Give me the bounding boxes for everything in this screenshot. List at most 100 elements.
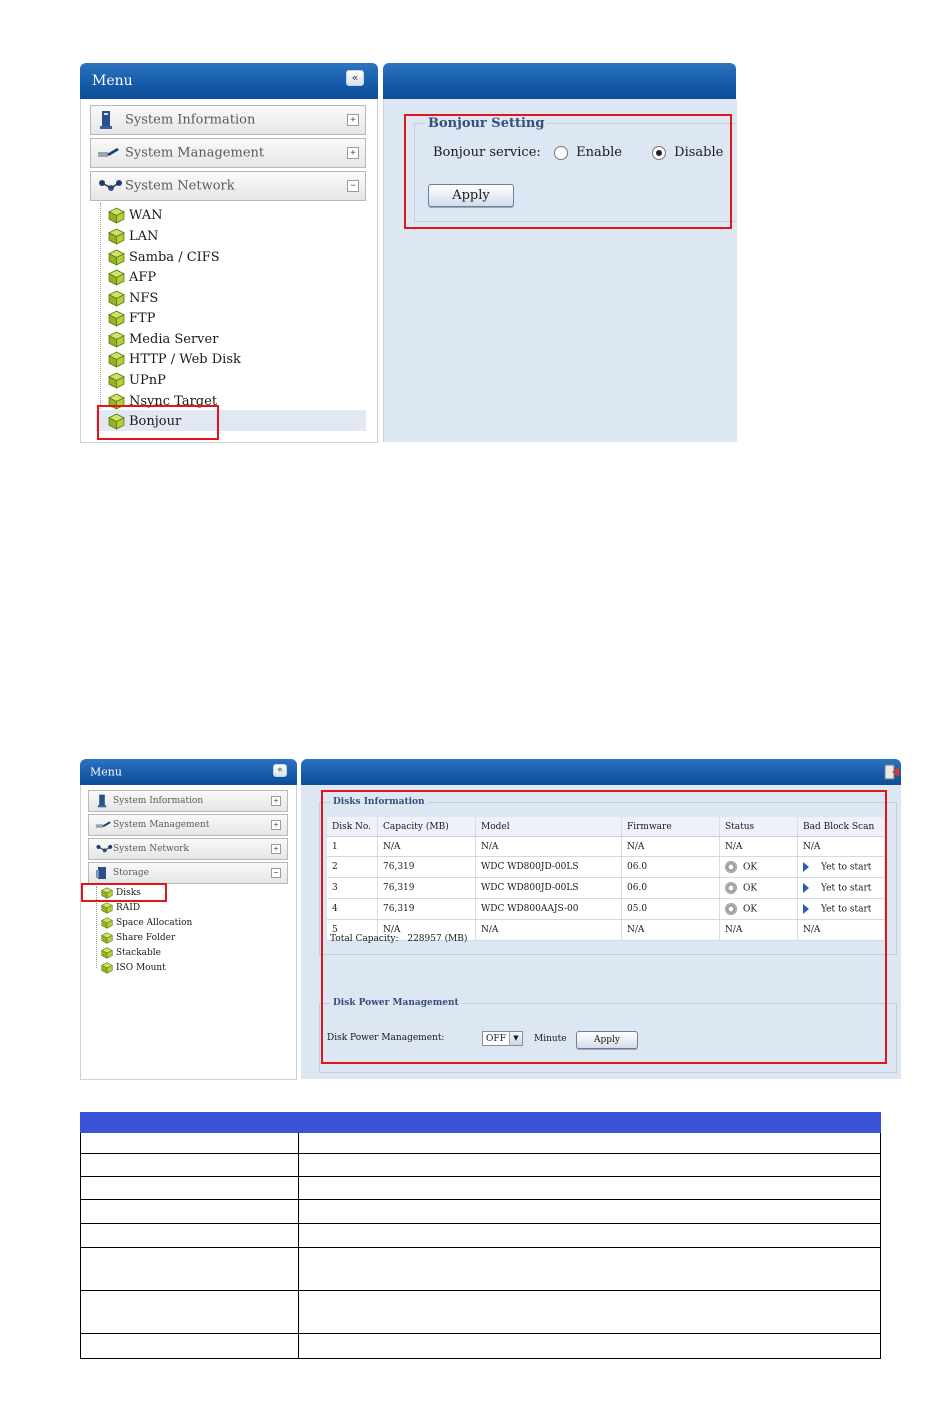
section-label: System Management <box>113 820 210 830</box>
sidebar-item-media-server[interactable]: Media Server <box>108 330 218 348</box>
table-row <box>81 1133 880 1153</box>
sidebar-item-upnp[interactable]: UPnP <box>108 371 166 389</box>
section-label: System Network <box>125 178 235 194</box>
expand-toggle[interactable]: + <box>271 844 281 854</box>
menu-header: Menu « <box>80 759 297 785</box>
table-cell-description <box>299 1200 880 1223</box>
sidebar-item-iso-mount[interactable]: ISO Mount <box>101 961 166 975</box>
sidebar-item-label: Media Server <box>129 331 219 347</box>
tree-node-icon <box>108 310 125 327</box>
highlight-disks-item <box>81 883 167 902</box>
table-cell-name <box>81 1177 299 1199</box>
table-row <box>81 1199 880 1223</box>
sidebar-item-samba-cifs[interactable]: Samba / CIFS <box>108 248 220 266</box>
table-row <box>81 1176 880 1199</box>
table-cell-name <box>81 1154 299 1176</box>
tree-node-icon <box>108 331 125 348</box>
tree-node-icon <box>108 228 125 245</box>
section-label: System Network <box>113 844 189 854</box>
highlight-bonjour-setting <box>404 114 732 229</box>
tree-node-icon <box>101 947 113 959</box>
sidebar-item-label: RAID <box>116 903 141 913</box>
table-row <box>81 1333 880 1358</box>
section-system-network[interactable]: System Network + <box>88 838 288 860</box>
section-system-information[interactable]: System Information + <box>90 105 366 135</box>
table-title-bar <box>80 1112 881 1133</box>
tree-node-icon <box>101 917 113 929</box>
menu-header: Menu « <box>80 63 378 99</box>
section-label: System Information <box>125 112 256 128</box>
table-cell-description <box>299 1133 880 1153</box>
sidebar-item-label: WAN <box>129 207 163 223</box>
sidebar-item-share-folder[interactable]: Share Folder <box>101 931 175 945</box>
table-row <box>81 1153 880 1176</box>
tree-node-icon <box>101 932 113 944</box>
sidebar-item-label: ISO Mount <box>116 963 166 973</box>
tools-icon <box>98 148 119 157</box>
table-row <box>81 1247 880 1290</box>
highlight-bonjour-item <box>97 405 219 440</box>
collapse-toggle[interactable]: − <box>347 180 359 192</box>
sidebar-item-label: Share Folder <box>116 933 176 943</box>
tree-node-icon <box>108 372 125 389</box>
sidebar-item-nfs[interactable]: NFS <box>108 289 158 307</box>
description-table <box>80 1133 881 1359</box>
collapse-toggle[interactable]: − <box>271 868 281 878</box>
section-system-network[interactable]: System Network − <box>90 171 366 201</box>
computer-icon <box>97 794 107 808</box>
sidebar-item-label: HTTP / Web Disk <box>129 351 241 367</box>
section-storage[interactable]: Storage − <box>88 862 288 884</box>
table-row <box>81 1223 880 1247</box>
highlight-disks-content <box>321 790 887 1064</box>
tree-line <box>100 203 101 423</box>
collapse-menu-button[interactable]: « <box>346 70 364 86</box>
sidebar-item-raid[interactable]: RAID <box>101 901 140 915</box>
section-label: Storage <box>113 868 149 878</box>
network-icon <box>96 844 113 853</box>
section-system-management[interactable]: System Management + <box>88 814 288 836</box>
section-system-information[interactable]: System Information + <box>88 790 288 812</box>
sidebar-item-label: UPnP <box>129 372 166 388</box>
tree-node-icon <box>108 290 125 307</box>
section-label: System Information <box>113 796 204 806</box>
table-row <box>81 1290 880 1333</box>
menu-title: Menu <box>90 765 122 779</box>
sidebar-item-label: Space Allocation <box>116 918 193 928</box>
content-header <box>301 759 901 785</box>
collapse-menu-button[interactable]: « <box>273 764 287 777</box>
sidebar-item-label: NFS <box>129 290 159 306</box>
expand-toggle[interactable]: + <box>271 796 281 806</box>
table-cell-description <box>299 1248 880 1290</box>
expand-toggle[interactable]: + <box>271 820 281 830</box>
table-cell-description <box>299 1154 880 1176</box>
tree-node-icon <box>108 249 125 266</box>
sidebar-item-label: Stackable <box>116 948 161 958</box>
expand-toggle[interactable]: + <box>347 114 359 126</box>
sidebar-item-ftp[interactable]: FTP <box>108 309 155 327</box>
menu-title: Menu <box>92 73 133 89</box>
table-cell-description <box>299 1177 880 1199</box>
sidebar-item-http-web-disk[interactable]: HTTP / Web Disk <box>108 350 241 368</box>
section-label: System Management <box>125 145 265 161</box>
network-icon <box>99 180 122 191</box>
table-cell-description <box>299 1334 880 1358</box>
content-header <box>383 63 736 99</box>
table-cell-description <box>299 1291 880 1333</box>
section-system-management[interactable]: System Management + <box>90 138 366 168</box>
tree-node-icon <box>101 962 113 974</box>
logout-icon[interactable] <box>884 764 899 780</box>
table-cell-name <box>81 1200 299 1223</box>
sidebar-item-wan[interactable]: WAN <box>108 206 162 224</box>
computer-icon <box>100 111 112 129</box>
sidebar-item-afp[interactable]: AFP <box>108 268 156 286</box>
table-cell-name <box>81 1291 299 1333</box>
tree-node-icon <box>108 207 125 224</box>
table-cell-description <box>299 1224 880 1247</box>
sidebar-item-space-allocation[interactable]: Space Allocation <box>101 916 192 930</box>
sidebar-item-stackable[interactable]: Stackable <box>101 946 161 960</box>
expand-toggle[interactable]: + <box>347 147 359 159</box>
tools-icon <box>95 821 111 828</box>
sidebar-item-label: AFP <box>129 269 157 285</box>
sidebar-item-lan[interactable]: LAN <box>108 227 158 245</box>
tree-node-icon <box>108 269 125 286</box>
